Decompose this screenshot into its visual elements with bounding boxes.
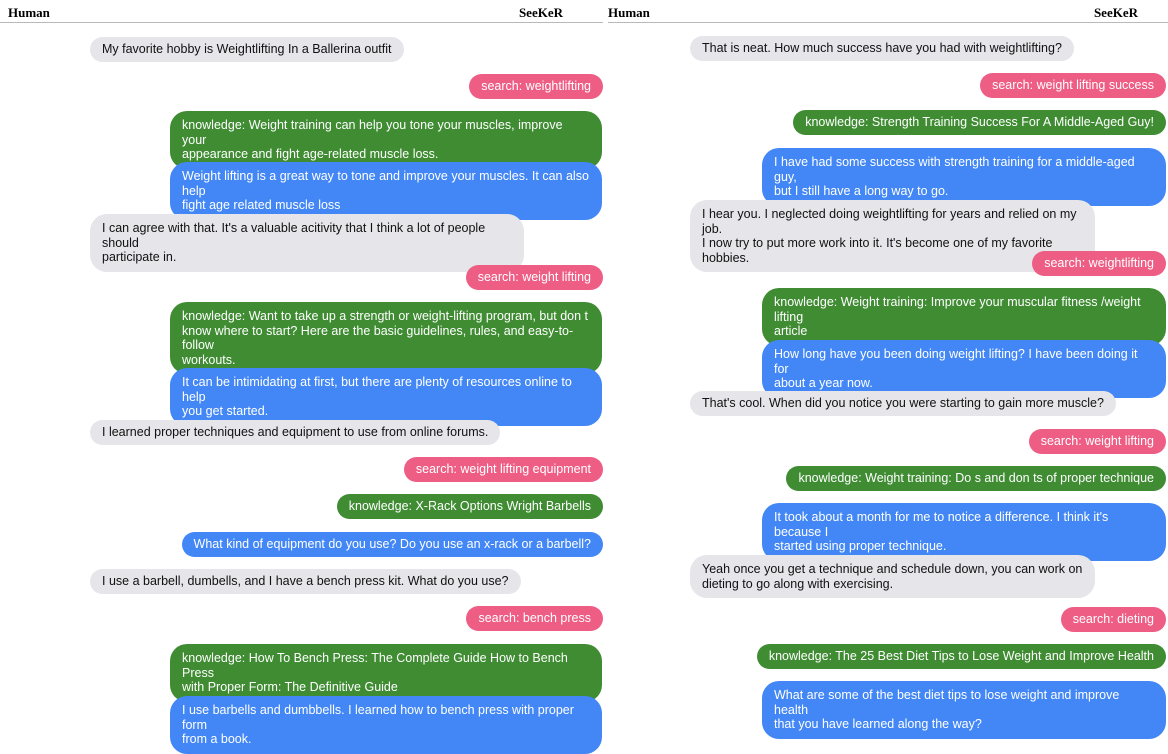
knowledge-bubble: knowledge: Want to take up a strength or…	[170, 302, 602, 374]
bot-column-label: SeeKeR	[518, 5, 563, 20]
search-query-bubble: search: weight lifting success	[980, 73, 1166, 98]
bot-response-bubble: How long have you been doing weight lift…	[762, 340, 1166, 398]
search-query-bubble: search: weight lifting	[465, 265, 603, 290]
left-conversation-panel: Human SeeKeR My favorite hobby is Weight…	[0, 0, 608, 754]
search-query-bubble: search: weight lifting equipment	[403, 457, 603, 482]
bot-response-bubble: It took about a month for me to notice a…	[762, 503, 1166, 561]
bot-response-bubble: What kind of equipment do you use? Do yo…	[181, 532, 603, 557]
knowledge-bubble: knowledge: Strength Training Success For…	[793, 110, 1166, 135]
bot-response-bubble: I use barbells and dumbbells. I learned …	[170, 696, 602, 754]
bot-column-label: SeeKeR	[1093, 5, 1138, 20]
bot-response-bubble: Weight lifting is a great way to tone an…	[170, 162, 602, 220]
human-column-label: Human	[608, 5, 650, 20]
human-message-bubble: My favorite hobby is Weightlifting In a …	[90, 37, 404, 62]
bot-response-bubble: It can be intimidating at first, but the…	[170, 368, 602, 426]
right-panel-header: Human SeeKeR	[608, 0, 1168, 23]
bot-response-bubble: What are some of the best diet tips to l…	[762, 681, 1166, 739]
human-column-label: Human	[8, 5, 50, 20]
right-conversation-panel: Human SeeKeR That is neat. How much succ…	[608, 0, 1168, 739]
human-message-bubble: I can agree with that. It's a valuable a…	[90, 214, 524, 272]
search-query-bubble: search: dieting	[1060, 607, 1166, 632]
left-panel-header: Human SeeKeR	[0, 0, 603, 23]
knowledge-bubble: knowledge: How To Bench Press: The Compl…	[170, 644, 602, 702]
search-query-bubble: search: weightlifting	[469, 74, 603, 99]
human-message-bubble: That's cool. When did you notice you wer…	[690, 391, 1116, 416]
human-message-bubble: That is neat. How much success have you …	[690, 36, 1074, 61]
bot-response-bubble: I have had some success with strength tr…	[762, 148, 1166, 206]
knowledge-bubble: knowledge: X-Rack Options Wright Barbell…	[336, 494, 603, 519]
search-query-bubble: search: weightlifting	[1032, 251, 1166, 276]
human-message-bubble: Yeah once you get a technique and schedu…	[690, 555, 1095, 598]
knowledge-bubble: knowledge: Weight training: Do s and don…	[786, 466, 1166, 491]
search-query-bubble: search: bench press	[466, 606, 603, 631]
search-query-bubble: search: weight lifting	[1028, 429, 1166, 454]
knowledge-bubble: knowledge: The 25 Best Diet Tips to Lose…	[756, 644, 1166, 669]
knowledge-bubble: knowledge: Weight training can help you …	[170, 111, 602, 169]
human-message-bubble: I learned proper techniques and equipmen…	[90, 420, 501, 445]
knowledge-bubble: knowledge: Weight training: Improve your…	[762, 288, 1166, 346]
human-message-bubble: I use a barbell, dumbells, and I have a …	[90, 569, 521, 594]
